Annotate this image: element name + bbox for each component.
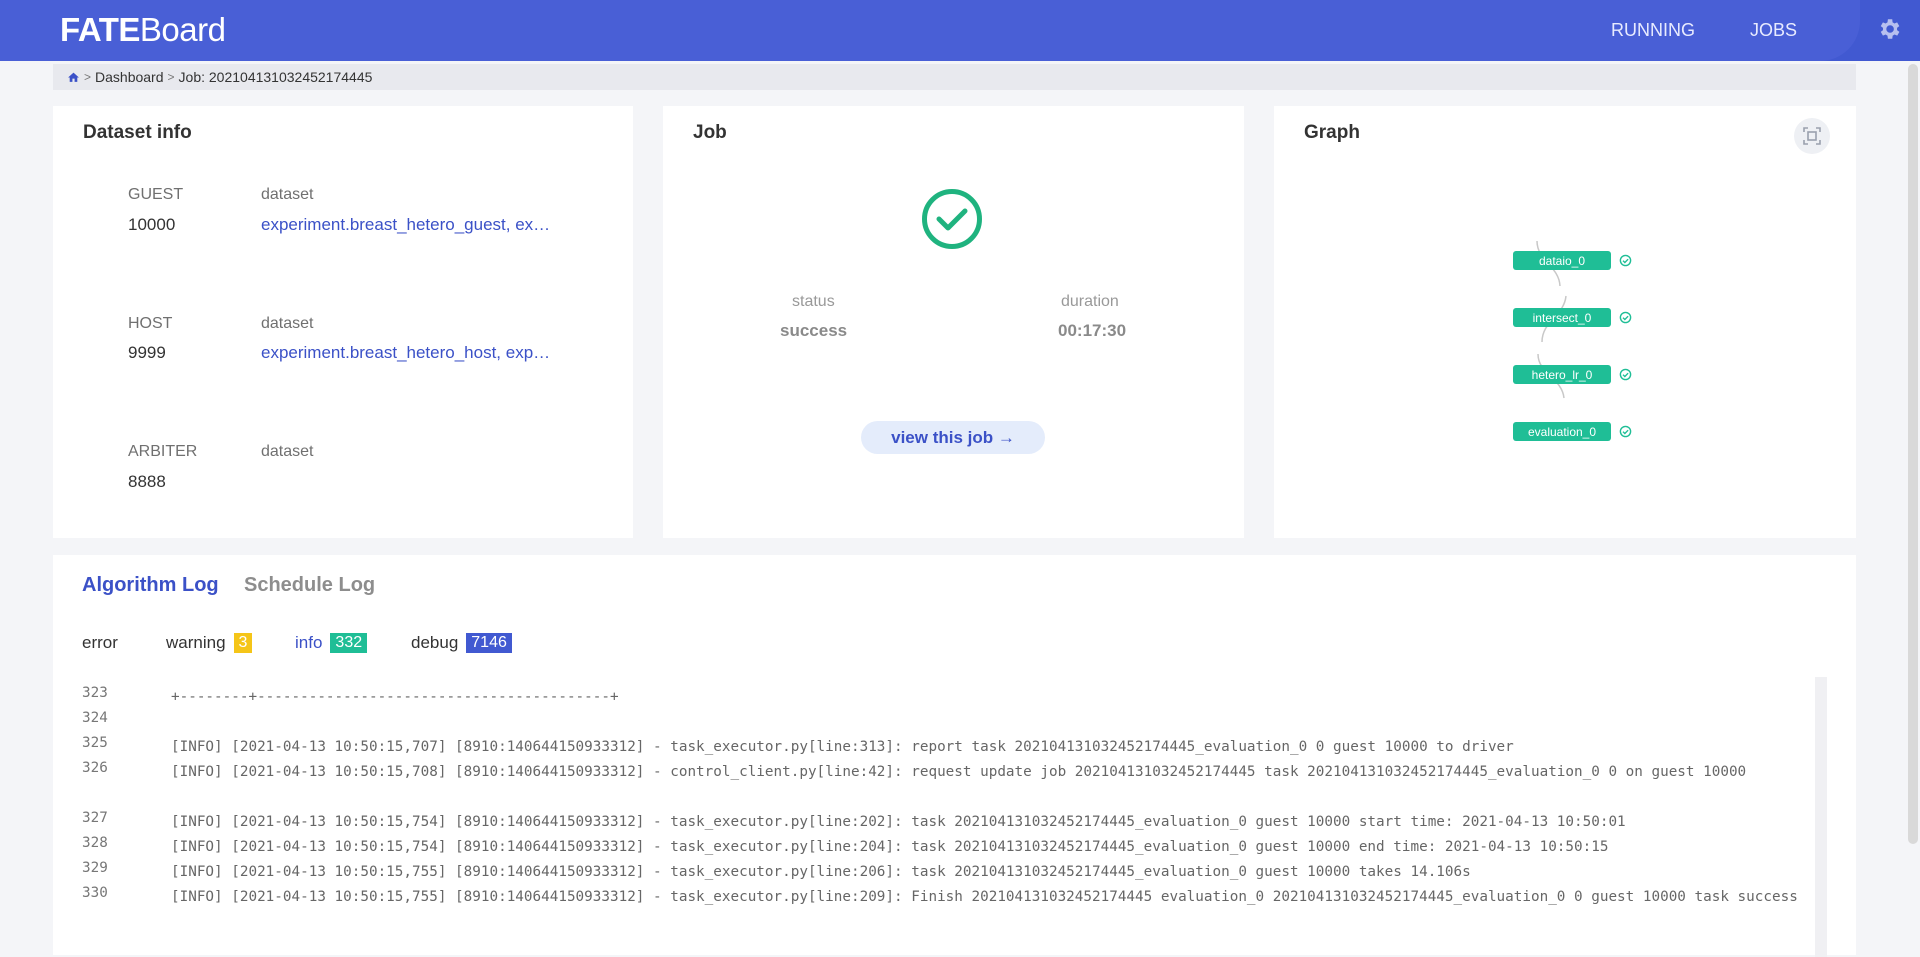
breadcrumb-separator: > (84, 70, 92, 84)
arbiter-count: 8888 (128, 472, 166, 491)
nav-jobs[interactable]: JOBS (1750, 20, 1797, 41)
host-dataset-label: dataset (261, 315, 314, 332)
guest-role: GUEST (128, 186, 184, 203)
log-card: Algorithm Log Schedule Log error warning… (53, 555, 1856, 957)
tab-algorithm-log[interactable]: Algorithm Log (82, 574, 219, 597)
warning-count-badge: 3 (233, 633, 253, 653)
log-viewer[interactable]: 323 +--------+---------------------------… (53, 677, 1823, 955)
arbiter-role: ARBITER (128, 443, 198, 460)
status-value: success (780, 321, 848, 340)
breadcrumb-separator: > (167, 70, 175, 84)
arbiter-dataset-label: dataset (261, 443, 314, 460)
breadcrumb-dashboard[interactable]: Dashboard (95, 69, 164, 85)
nav-running[interactable]: RUNNING (1611, 20, 1695, 41)
guest-dataset-link[interactable]: experiment.breast_hetero_guest, experime… (261, 215, 556, 235)
gear-icon[interactable] (1876, 16, 1902, 42)
tab-schedule-log[interactable]: Schedule Log (244, 574, 375, 597)
debug-count-badge: 7146 (466, 633, 512, 653)
level-debug[interactable]: debug 7146 (411, 633, 512, 653)
graph-node-intersect[interactable]: intersect_0 (1513, 308, 1611, 327)
info-count-badge: 332 (330, 633, 368, 653)
guest-count: 10000 (128, 215, 176, 234)
home-icon[interactable] (67, 71, 80, 84)
host-role: HOST (128, 315, 173, 332)
top-bar: FATEBoard RUNNING JOBS (0, 0, 1920, 61)
graph-node-evaluation[interactable]: evaluation_0 (1513, 422, 1611, 441)
graph-node-dataio[interactable]: dataio_0 (1513, 251, 1611, 270)
check-circle-icon (922, 189, 982, 249)
level-info[interactable]: info 332 (295, 633, 368, 653)
dataset-info-title: Dataset info (83, 122, 192, 143)
breadcrumb: > Dashboard > Job: 202104131032452174445 (53, 64, 1856, 90)
host-dataset-link[interactable]: experiment.breast_hetero_host, experimen… (261, 343, 556, 363)
job-card: Job status success duration 00:17:30 vie… (663, 106, 1244, 538)
graph-node-hetero-lr[interactable]: hetero_lr_0 (1513, 365, 1611, 384)
page-scrollbar[interactable] (1908, 64, 1918, 844)
graph-card: Graph dataio_0 intersect_0 hetero_lr_0 e… (1274, 106, 1856, 538)
status-label: status (792, 293, 835, 310)
check-circle-icon (1619, 311, 1632, 324)
top-bar-inner: FATEBoard RUNNING JOBS (0, 0, 1860, 61)
duration-value: 00:17:30 (1058, 321, 1127, 340)
check-circle-icon (1619, 425, 1632, 438)
breadcrumb-job: Job: 202104131032452174445 (178, 69, 373, 85)
level-error-label: error (82, 633, 118, 652)
level-warning-label: warning (166, 633, 226, 652)
dataset-info-card: Dataset info GUEST dataset 10000 experim… (53, 106, 633, 538)
level-debug-label: debug (411, 633, 459, 652)
view-job-button[interactable]: view this job → (861, 421, 1045, 454)
app-logo[interactable]: FATEBoard (60, 11, 226, 49)
host-count: 9999 (128, 343, 166, 362)
level-warning[interactable]: warning 3 (166, 633, 253, 653)
level-error[interactable]: error (82, 633, 118, 653)
log-scrollbar[interactable] (1815, 677, 1827, 957)
level-info-label: info (295, 633, 323, 652)
duration-label: duration (1061, 293, 1119, 310)
check-circle-icon (1619, 254, 1632, 267)
job-title: Job (693, 122, 727, 143)
guest-dataset-label: dataset (261, 186, 314, 203)
check-circle-icon (1619, 368, 1632, 381)
